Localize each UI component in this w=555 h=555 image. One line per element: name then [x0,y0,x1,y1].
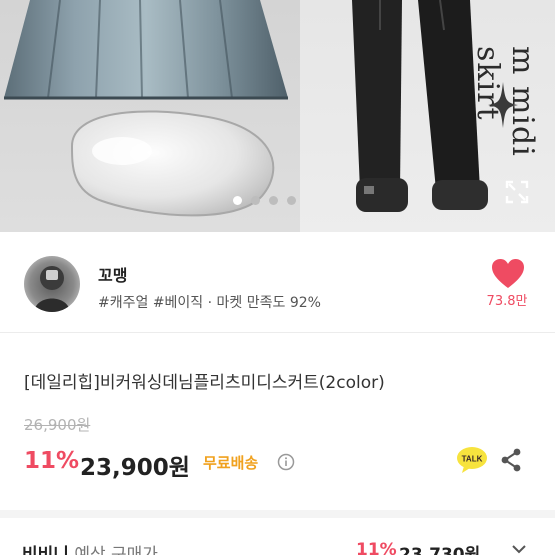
original-price: 26,900원 [24,416,91,434]
product-image-carousel[interactable]: m midi skirt [0,0,555,232]
heart-icon[interactable] [490,258,526,290]
sparkle-icon [488,82,518,128]
info-icon[interactable] [277,453,295,471]
expected-price-label-strong: 비비니 [22,545,69,555]
divider [0,332,555,333]
clear-bag-image [70,110,275,217]
seller-name[interactable]: 꼬맹 [98,262,127,286]
section-divider [0,510,555,518]
expand-icon[interactable] [503,178,531,206]
seller-section: 꼬맹 #캐주얼 #베이직 · 마켓 만족도 92% 73.8만 [0,232,555,332]
carousel-dot[interactable] [251,196,260,205]
expected-discount: 11% [356,540,397,555]
free-shipping-badge: 무료배송 [203,454,259,472]
carousel-dot[interactable] [269,196,278,205]
denim-skirt-image [4,0,288,100]
talk-icon[interactable]: TALK [456,446,488,474]
carousel-dot[interactable] [233,196,242,205]
carousel-indicator [233,196,296,205]
chevron-down-icon[interactable] [510,540,528,555]
expected-price-label-muted: 예상 구매가 [68,545,158,555]
svg-text:TALK: TALK [462,455,483,464]
like-count: 73.8만 [486,294,528,309]
expected-price: 23,730원 [399,545,481,555]
seller-tags: #캐주얼 #베이직 · 마켓 만족도 92% [98,295,321,311]
avatar-image [34,266,70,312]
product-title: [데일리힙]비커워싱데님플리츠미디스커트(2color) [24,373,385,393]
seller-avatar[interactable] [24,256,80,312]
expected-price-label: 비비니 예상 구매가 [22,540,158,555]
share-icon[interactable] [500,448,522,472]
sale-price: 23,900원 [80,455,190,481]
carousel-dot[interactable] [287,196,296,205]
discount-rate: 11% [24,448,80,474]
expected-price-row[interactable]: 비비니 예상 구매가 11% 23,730원 [0,540,555,555]
